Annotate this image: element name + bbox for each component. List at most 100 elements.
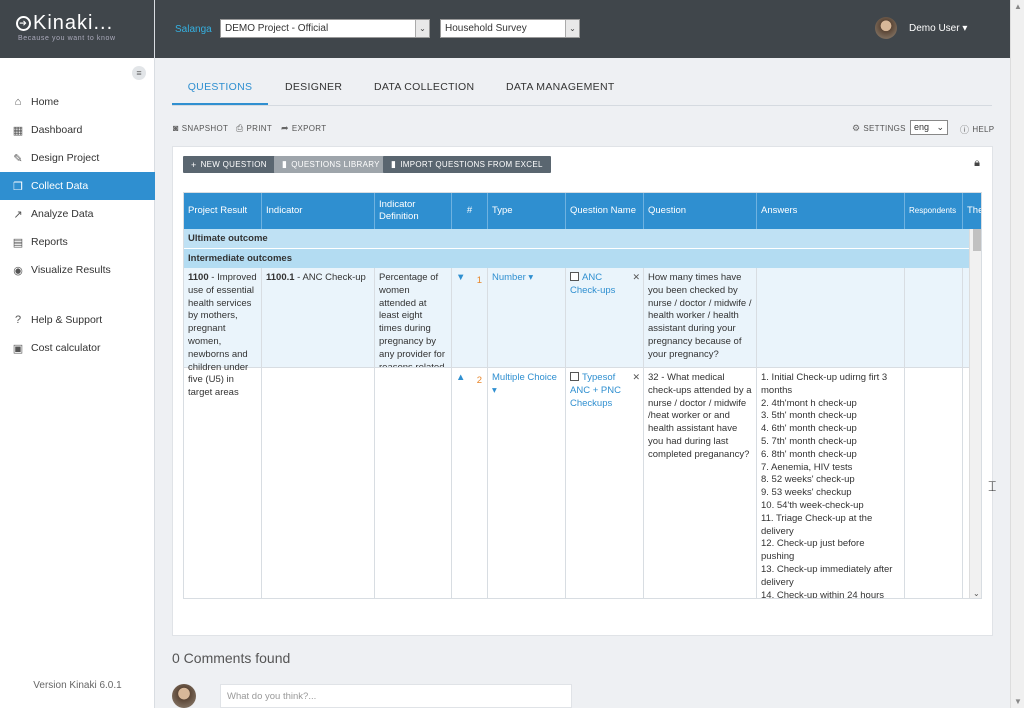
visualize-icon: ◉ bbox=[13, 264, 23, 277]
table-row[interactable]: 1100.1 - ANC Check-up Percentage of wome… bbox=[184, 268, 969, 368]
sidebar-item-cost-calculator[interactable]: ▣ Cost calculator bbox=[0, 334, 155, 362]
print-link[interactable]: ⎙ PRINT bbox=[236, 123, 272, 134]
language-select[interactable]: eng ⌄ bbox=[910, 120, 948, 135]
move-down-icon[interactable]: ▼ bbox=[456, 272, 465, 283]
scroll-down-icon[interactable]: ⌄ bbox=[973, 589, 980, 598]
question-cell[interactable]: How many times have you been checked by … bbox=[644, 268, 757, 367]
result-code: 1100 bbox=[188, 272, 209, 283]
move-up-icon[interactable]: ▲ bbox=[456, 372, 465, 383]
survey-select[interactable]: Household Survey ⌄ bbox=[440, 19, 580, 38]
pencil-icon: ✎ bbox=[13, 152, 23, 165]
answers-cell[interactable]: 1. Initial Check-up udirng firt 3 months… bbox=[757, 368, 905, 598]
settings-link[interactable]: ⚙ SETTINGS bbox=[852, 123, 906, 134]
comment-input[interactable]: What do you think?... bbox=[220, 684, 572, 708]
help-icon: ? bbox=[14, 314, 22, 326]
definition-cell: Percentage of women attended at least ei… bbox=[375, 268, 452, 367]
import-excel-button[interactable]: ▮ IMPORT QUESTIONS FROM EXCEL bbox=[383, 156, 551, 173]
question-checkbox[interactable] bbox=[570, 272, 579, 281]
definition-cell bbox=[375, 368, 452, 598]
answers-cell bbox=[757, 268, 905, 367]
close-icon[interactable]: ✕ bbox=[632, 271, 640, 284]
sidebar-item-label: Dashboard bbox=[31, 124, 83, 136]
help-label: HELP bbox=[972, 125, 995, 134]
column-header[interactable]: # bbox=[452, 193, 488, 229]
column-header[interactable]: Question bbox=[644, 193, 757, 229]
gear-icon: ⚙ bbox=[852, 123, 861, 133]
camera-icon: ◙ bbox=[173, 123, 179, 133]
user-name: Demo User ▾ bbox=[909, 22, 968, 34]
new-question-button[interactable]: + NEW QUESTION bbox=[183, 156, 275, 173]
section-row: Ultimate outcome bbox=[184, 229, 969, 248]
page-scrollbar[interactable]: ▲ ▼ bbox=[1010, 0, 1024, 708]
sidebar-item-home[interactable]: ⌂ Home bbox=[0, 88, 155, 116]
sidebar-item-dashboard[interactable]: ▦ Dashboard bbox=[0, 116, 155, 144]
result-text: - Improved use of essential health servi… bbox=[188, 272, 257, 399]
sidebar: ➔ Kinaki... Because you want to know ≡ ⌂ H… bbox=[0, 0, 155, 708]
logo[interactable]: ➔ Kinaki... Because you want to know bbox=[0, 0, 154, 58]
user-menu[interactable]: Demo User ▾ bbox=[875, 17, 967, 39]
indicator-code: 1100.1 bbox=[266, 272, 295, 283]
tab-data-collection[interactable]: DATA COLLECTION bbox=[374, 72, 474, 105]
close-icon[interactable]: ✕ bbox=[632, 371, 640, 384]
table-row[interactable]: ▲ 2 Multiple Choice ▾ Typesof ANC + PNC C… bbox=[184, 368, 969, 598]
number-cell: ▲ 2 bbox=[452, 368, 488, 598]
type-select[interactable]: Multiple Choice ▾ bbox=[488, 368, 566, 598]
question-name-cell[interactable]: ANC Check-ups ✕ bbox=[566, 268, 644, 367]
collapse-menu-icon[interactable]: ≡ bbox=[132, 66, 146, 80]
help-link[interactable]: ⓘ HELP bbox=[960, 123, 994, 136]
question-checkbox[interactable] bbox=[570, 372, 579, 381]
logo-tagline: Because you want to know bbox=[18, 35, 116, 42]
section-row: Intermediate outcomes bbox=[184, 249, 969, 268]
answer-item: 6. 8th' month check-up bbox=[761, 448, 857, 460]
snapshot-label: SNAPSHOT bbox=[181, 123, 229, 133]
sidebar-item-design-project[interactable]: ✎ Design Project bbox=[0, 144, 155, 172]
report-icon: ▤ bbox=[12, 236, 24, 249]
questions-table: Project Result Indicator Indicator Defin… bbox=[183, 192, 982, 599]
avatar bbox=[875, 17, 897, 39]
column-header[interactable]: Answers bbox=[757, 193, 905, 229]
scroll-up-icon[interactable]: ▲ bbox=[1014, 2, 1022, 11]
column-header[interactable]: Question Name bbox=[566, 193, 644, 229]
tab-questions[interactable]: QUESTIONS bbox=[172, 72, 268, 105]
lock-icon[interactable]: 🔒︎ bbox=[974, 157, 980, 170]
sidebar-item-analyze-data[interactable]: ↗ Analyze Data bbox=[0, 200, 155, 228]
tab-data-management[interactable]: DATA MANAGEMENT bbox=[506, 72, 615, 105]
project-select[interactable]: DEMO Project - Official ⌄ bbox=[220, 19, 430, 38]
export-label: EXPORT bbox=[291, 124, 327, 133]
sidebar-item-help-support[interactable]: ? Help & Support bbox=[0, 306, 155, 334]
answer-item: 9. 53 weeks' checkup bbox=[761, 487, 852, 499]
version-label: Version Kinaki 6.0.1 bbox=[33, 680, 122, 691]
column-header[interactable]: Project Result bbox=[184, 193, 262, 229]
sidebar-item-reports[interactable]: ▤ Reports bbox=[0, 228, 155, 256]
top-bar: Salanga DEMO Project - Official ⌄ Househo… bbox=[155, 0, 1010, 58]
column-header[interactable]: Respondents bbox=[905, 193, 963, 229]
question-name-cell[interactable]: Typesof ANC + PNC Checkups ✕ bbox=[566, 368, 644, 598]
logo-name: Kinaki... bbox=[33, 12, 114, 34]
chart-icon: ↗ bbox=[13, 208, 23, 221]
questions-library-button[interactable]: ▮ QUESTIONS LIBRARY bbox=[274, 156, 388, 173]
sidebar-item-collect-data[interactable]: ❐ Collect Data bbox=[0, 172, 155, 200]
scroll-thumb[interactable] bbox=[973, 229, 981, 251]
sidebar-item-label: Collect Data bbox=[31, 180, 89, 192]
scroll-down-icon[interactable]: ▼ bbox=[1014, 697, 1022, 706]
type-select[interactable]: Number ▾ bbox=[488, 268, 566, 367]
import-label: IMPORT QUESTIONS FROM EXCEL bbox=[400, 160, 543, 169]
column-header[interactable]: Type bbox=[488, 193, 566, 229]
answer-item: 5. 7th' month check-up bbox=[761, 435, 857, 447]
answer-item: 12. Check-up just before pushing bbox=[761, 538, 865, 563]
table-vertical-scrollbar[interactable]: ⌄ bbox=[969, 229, 981, 598]
export-link[interactable]: ➦ EXPORT bbox=[281, 123, 326, 134]
sidebar-item-visualize-results[interactable]: ◉ Visualize Results bbox=[0, 256, 155, 284]
column-header[interactable]: Indicator bbox=[262, 193, 375, 229]
snapshot-link[interactable]: ◙ SNAPSHOT bbox=[173, 123, 228, 133]
number-cell: ▼ 1 bbox=[452, 268, 488, 367]
sidebar-item-label: Analyze Data bbox=[31, 208, 94, 220]
column-header[interactable]: Indicator Definition bbox=[375, 193, 452, 229]
column-header[interactable]: The bbox=[963, 193, 981, 229]
tab-designer[interactable]: DESIGNER bbox=[285, 72, 342, 105]
survey-select-value: Household Survey bbox=[445, 23, 527, 34]
sidebar-item-label: Design Project bbox=[31, 152, 100, 164]
mouse-cursor-icon: ⌶ bbox=[988, 478, 997, 494]
project-result-cell: 1100 - Improved use of essential health … bbox=[184, 268, 262, 598]
question-cell[interactable]: 32 - What medical check-ups attended by … bbox=[644, 368, 757, 598]
